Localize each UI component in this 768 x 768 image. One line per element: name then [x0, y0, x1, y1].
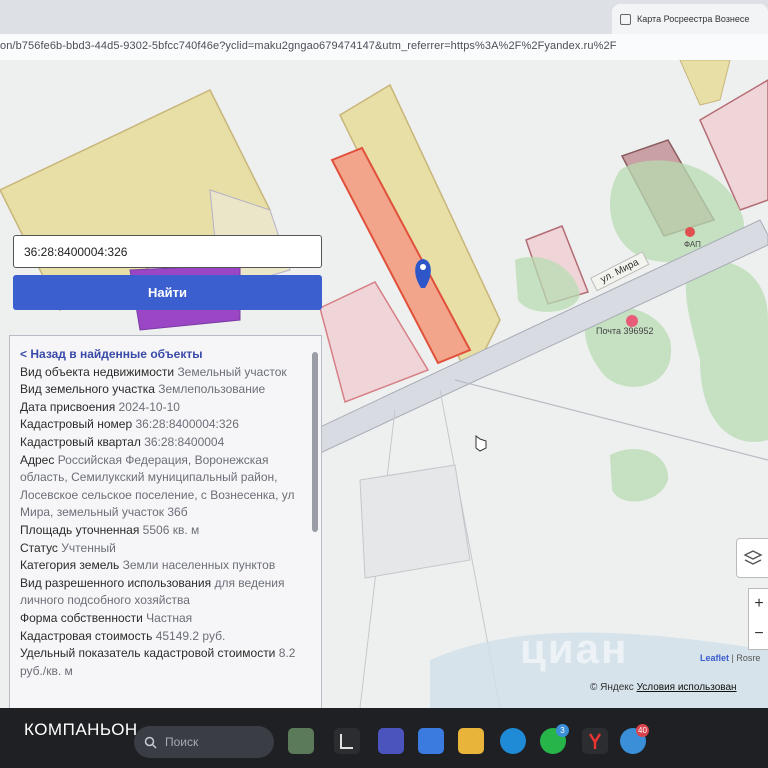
edge-icon[interactable] — [500, 728, 526, 754]
cadastral-number-input[interactable] — [13, 235, 322, 268]
leaflet-link[interactable]: Leaflet — [700, 653, 729, 663]
info-row-label: Вид земельного участка — [20, 382, 155, 397]
info-row-label: Вид объекта недвижимости — [20, 364, 175, 379]
yandex-browser-icon[interactable] — [582, 728, 608, 754]
info-row-value: Российская Федерация, Воронежская област… — [20, 452, 295, 520]
info-row: Дата присвоения 2024-10-10 — [20, 399, 305, 417]
info-row-label: Дата присвоения — [20, 399, 116, 414]
info-row-label: Кадастровый квартал — [20, 434, 141, 449]
info-row-label: Статус — [20, 540, 58, 555]
search-placeholder: Поиск — [165, 735, 199, 749]
info-row-value: 2024-10-10 — [118, 399, 180, 414]
info-row-value: Земельный участок — [177, 364, 287, 379]
info-row: Кадастровая стоимость 45149.2 руб. — [20, 628, 305, 646]
store-icon[interactable] — [418, 728, 444, 754]
terms-link[interactable]: Условия использован — [637, 682, 737, 693]
parcel-yellow-top — [679, 60, 731, 106]
address-bar[interactable]: on/b756fe6b-bbd3-44d5-9302-5bfcc740f46e?… — [0, 34, 768, 61]
info-row-value: 36:28:8400004:326 — [135, 417, 239, 432]
post-office-label: Почта 396952 — [596, 326, 654, 336]
green-area-3 — [685, 259, 768, 442]
taskbar-search[interactable]: Поиск — [134, 726, 274, 758]
file-explorer-icon[interactable] — [458, 728, 484, 754]
info-row-label: Площадь уточненная — [20, 522, 140, 537]
building-outline — [359, 464, 471, 579]
info-row: Адрес Российская Федерация, Воронежская … — [20, 452, 305, 522]
fap-label: ФАП — [684, 240, 701, 249]
green-area-5 — [610, 449, 669, 502]
zoom-control: + − — [748, 588, 768, 650]
rosreestr-link[interactable]: Rosre — [736, 653, 760, 663]
info-row-label: Вид разрешенного использования — [20, 575, 212, 590]
info-row-label: Удельный показатель кадастровой стоимост… — [20, 646, 276, 661]
find-button[interactable]: Найти — [13, 275, 322, 310]
info-row: Вид объекта недвижимости Земельный участ… — [20, 364, 305, 382]
page-icon — [620, 13, 631, 25]
url-text[interactable]: on/b756fe6b-bbd3-44d5-9302-5bfcc740f46e?… — [0, 40, 617, 52]
map-view[interactable]: Найти < Назад в найденные объекты Вид об… — [0, 60, 768, 708]
info-row: Кадастровый номер 36:28:8400004:326 — [20, 416, 305, 434]
info-row: Статус Учтенный — [20, 540, 305, 558]
widgets-icon[interactable] — [288, 728, 314, 754]
zoom-in-button[interactable]: + — [749, 589, 768, 619]
info-row: Удельный показатель кадастровой стоимост… — [20, 645, 305, 680]
browser-tab[interactable]: Карта Росреестра Вознесе — [612, 4, 768, 34]
yandex-attribution: © Яндекс Условия использован — [590, 682, 737, 693]
info-row-value: Частная — [146, 610, 193, 625]
info-row: Категория земель Земли населенных пункто… — [20, 557, 305, 575]
zoom-out-button[interactable]: − — [749, 619, 768, 649]
hand-cursor-icon — [475, 435, 487, 452]
info-row: Вид земельного участка Землепользование — [20, 381, 305, 399]
task-view-icon[interactable] — [334, 728, 360, 754]
info-row-value: 5506 кв. м — [142, 522, 200, 537]
info-row-label: Кадастровая стоимость — [20, 628, 153, 643]
info-row: Вид разрешенного использования для веден… — [20, 575, 305, 610]
panel-scrollbar[interactable] — [312, 352, 318, 532]
teams-icon[interactable] — [378, 728, 404, 754]
watermark: циан — [520, 625, 629, 672]
parcel-info-panel: < Назад в найденные объекты Вид объекта … — [9, 335, 322, 708]
info-row-label: Адрес — [20, 452, 55, 467]
layers-icon — [743, 550, 763, 565]
road-mira — [249, 219, 768, 481]
info-row-value: Земли населенных пунктов — [122, 558, 276, 573]
fap-icon — [685, 227, 695, 237]
brand-watermark: КОМПАНЬОН — [24, 720, 138, 739]
info-row-label: Кадастровый номер — [20, 417, 133, 432]
info-row-label: Форма собственности — [20, 610, 143, 625]
info-row: Форма собственности Частная — [20, 610, 305, 628]
map-attribution: Leaflet | Rosre — [700, 653, 761, 663]
info-row-value: 45149.2 руб. — [155, 628, 226, 643]
info-row-value: Землепользование — [158, 382, 266, 397]
browser-tab-bar: Карта Росреестра Вознесе — [0, 0, 768, 34]
whatsapp-badge: 3 — [556, 724, 569, 737]
back-link[interactable]: < Назад в найденные объекты — [20, 346, 305, 364]
info-row: Кадастровый квартал 36:28:8400004 — [20, 434, 305, 452]
chrome-badge: 40 — [636, 724, 649, 737]
info-row: Площадь уточненная 5506 кв. м — [20, 522, 305, 540]
info-row-value: Учтенный — [61, 540, 116, 555]
search-icon — [144, 736, 157, 749]
layers-button[interactable] — [736, 538, 768, 578]
yandex-copyright: © Яндекс — [590, 682, 634, 693]
info-row-label: Категория земель — [20, 558, 120, 573]
tab-title: Карта Росреестра Вознесе — [637, 14, 750, 24]
info-row-value: 36:28:8400004 — [144, 434, 225, 449]
info-rows: Вид объекта недвижимости Земельный участ… — [20, 364, 305, 681]
